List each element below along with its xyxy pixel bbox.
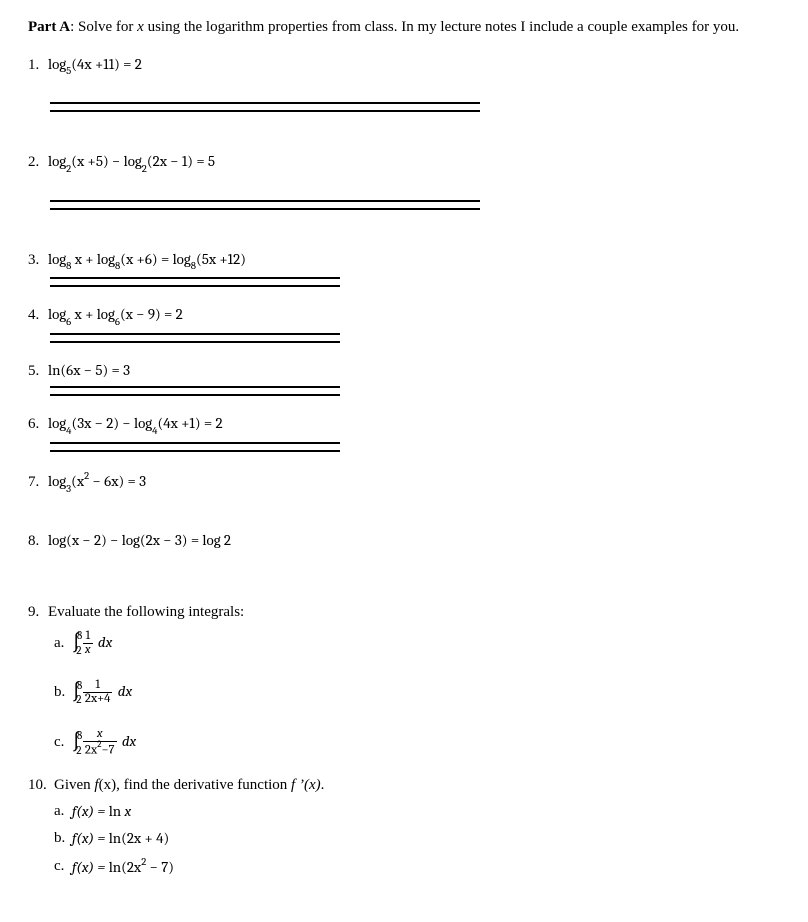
part-a-intro: Part A: Solve for x using the logarithm … xyxy=(28,18,780,37)
problem-number: 9. xyxy=(28,603,48,622)
problem-number: 3. xyxy=(28,251,48,270)
problem-number: 6. xyxy=(28,415,48,434)
problem-3: 3. log8 x + log8(x +6) = log8(5x +12) xyxy=(28,250,780,271)
integral-expr: ∫28 12x+4 dx xyxy=(72,679,132,706)
log-arg: (4x +11) = 2 xyxy=(71,55,142,73)
equation: log8 x + log8(x +6) = log8(5x +12) xyxy=(48,250,246,271)
subpart-10c: c. f(x) = ln(2x2 − 7) xyxy=(54,856,780,877)
subpart-9c: c. ∫28 x2x2−7 dx xyxy=(54,728,780,757)
problem-number: 4. xyxy=(28,306,48,325)
integral-expr: ∫28 1x dx xyxy=(72,630,112,657)
integral-sign-icon: ∫28 xyxy=(72,631,81,656)
problem-number: 5. xyxy=(28,362,48,381)
subpart-letter: c. xyxy=(54,733,72,752)
integral-expr: ∫28 x2x2−7 dx xyxy=(72,728,136,757)
worksheet-page: Part A: Solve for x using the logarithm … xyxy=(0,0,808,915)
equation: log6 x + log6(x − 9) = 2 xyxy=(48,305,183,326)
fraction: 12x+4 xyxy=(83,679,113,706)
subpart-letter: c. xyxy=(54,857,72,876)
subpart-letter: b. xyxy=(54,829,72,848)
problem-10: 10. Given f(x), find the derivative func… xyxy=(28,776,780,877)
equation: log5(4x +11) = 2 xyxy=(48,55,142,76)
problem-7: 7. log3(x2 − 6x) = 3 xyxy=(28,470,780,493)
problem-prompt: Given f(x), find the derivative function… xyxy=(54,776,324,795)
answer-rule xyxy=(50,277,340,287)
problem-5: 5. ln(6x − 5) = 3 xyxy=(28,361,780,381)
equation: f(x) = ln x xyxy=(72,802,131,821)
subpart-10a: a. f(x) = ln x xyxy=(54,802,780,821)
fraction: x2x2−7 xyxy=(83,728,117,757)
subpart-letter: a. xyxy=(54,634,72,653)
equation: log4(3x − 2) − log4(4x +1) = 2 xyxy=(48,414,223,435)
problem-number: 10. xyxy=(28,776,54,795)
answer-rule xyxy=(50,386,340,396)
intro-text-1: : Solve for xyxy=(70,19,137,35)
problem-8: 8. log(x − 2) − log(2x − 3) = log 2 xyxy=(28,531,780,551)
problem-6: 6. log4(3x − 2) − log4(4x +1) = 2 xyxy=(28,414,780,435)
subpart-letter: a. xyxy=(54,802,72,821)
integral-sign-icon: ∫28 xyxy=(72,730,81,755)
part-label: Part A xyxy=(28,19,70,35)
equation: f(x) = ln(2x2 − 7) xyxy=(72,856,174,877)
answer-rule xyxy=(50,333,340,343)
problem-number: 1. xyxy=(28,56,48,75)
problem-1: 1. log5(4x +11) = 2 xyxy=(28,55,780,76)
intro-text-2: using the logarithm properties from clas… xyxy=(144,19,739,35)
problem-number: 2. xyxy=(28,153,48,172)
intro-var: x xyxy=(137,19,144,35)
problem-number: 8. xyxy=(28,532,48,551)
log-fn: log xyxy=(48,55,66,73)
problem-number: 7. xyxy=(28,473,48,492)
subpart-9b: b. ∫28 12x+4 dx xyxy=(54,679,780,706)
subpart-10b: b. f(x) = ln(2x + 4) xyxy=(54,829,780,848)
integral-sign-icon: ∫28 xyxy=(72,680,81,705)
equation: log(x − 2) − log(2x − 3) = log 2 xyxy=(48,531,231,550)
equation: log2(x +5) − log2(2x − 1) = 5 xyxy=(48,152,215,173)
problem-9: 9. Evaluate the following integrals: a. … xyxy=(28,603,780,757)
equation: f(x) = ln(2x + 4) xyxy=(72,829,169,848)
equation: ln(6x − 5) = 3 xyxy=(48,361,130,380)
subpart-letter: b. xyxy=(54,683,72,702)
answer-rule xyxy=(50,442,340,452)
subpart-9a: a. ∫28 1x dx xyxy=(54,630,780,657)
equation: log3(x2 − 6x) = 3 xyxy=(48,470,146,493)
problem-prompt: Evaluate the following integrals: xyxy=(48,603,244,622)
problem-2: 2. log2(x +5) − log2(2x − 1) = 5 xyxy=(28,152,780,173)
answer-rule xyxy=(50,200,480,210)
answer-rule xyxy=(50,102,480,112)
fraction: 1x xyxy=(83,630,93,657)
problem-4: 4. log6 x + log6(x − 9) = 2 xyxy=(28,305,780,326)
log-base: 5 xyxy=(66,64,71,77)
